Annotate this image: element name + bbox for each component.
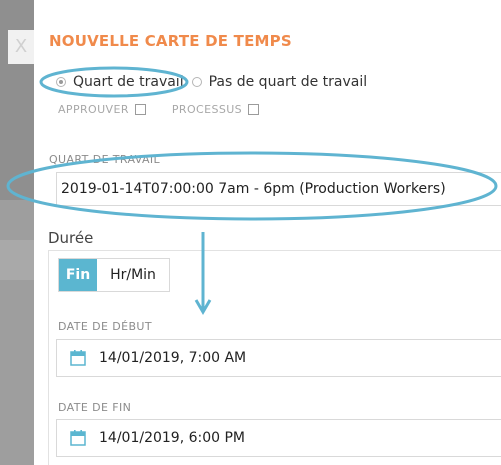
toggle-hrmin-button[interactable]: Hr/Min — [97, 259, 169, 291]
approve-label: APPROUVER — [58, 103, 129, 116]
backdrop-band — [0, 240, 34, 280]
shift-select-value: 2019-01-14T07:00:00 7am - 6pm (Productio… — [61, 181, 446, 197]
start-date-label: DATE DE DÉBUT — [58, 320, 152, 333]
modal-backdrop — [0, 0, 34, 465]
end-date-label: DATE DE FIN — [58, 401, 132, 414]
calendar-icon — [70, 430, 86, 446]
shift-field-label: QUART DE TRAVAIL — [49, 153, 161, 166]
radio-shift-label[interactable]: Quart de travail — [73, 74, 184, 90]
shift-radio-group: Quart de travail Pas de quart de travail — [56, 73, 367, 91]
radio-no-shift[interactable] — [191, 77, 202, 87]
start-date-field[interactable]: 14/01/2019, 7:00 AM — [56, 339, 501, 377]
end-date-value: 14/01/2019, 6:00 PM — [99, 430, 246, 446]
shift-select[interactable]: 2019-01-14T07:00:00 7am - 6pm (Productio… — [56, 172, 501, 206]
checkbox-row: APPROUVER PROCESSUS — [58, 103, 260, 116]
end-date-field[interactable]: 14/01/2019, 6:00 PM — [56, 419, 501, 457]
toggle-end-button[interactable]: Fin — [59, 259, 97, 291]
approve-checkbox[interactable] — [134, 104, 146, 115]
process-label: PROCESSUS — [171, 103, 243, 116]
timecard-panel: NOUVELLE CARTE DE TEMPS Quart de travail… — [34, 0, 501, 465]
close-button[interactable]: X — [8, 30, 34, 64]
radio-shift[interactable] — [56, 77, 66, 87]
radio-no-shift-label[interactable]: Pas de quart de travail — [209, 74, 368, 90]
duration-toggle: Fin Hr/Min — [58, 258, 170, 292]
process-checkbox[interactable] — [248, 104, 260, 115]
calendar-icon — [70, 350, 86, 366]
page-title: NOUVELLE CARTE DE TEMPS — [49, 32, 292, 50]
start-date-value: 14/01/2019, 7:00 AM — [99, 350, 247, 366]
duration-label: Durée — [48, 229, 94, 247]
